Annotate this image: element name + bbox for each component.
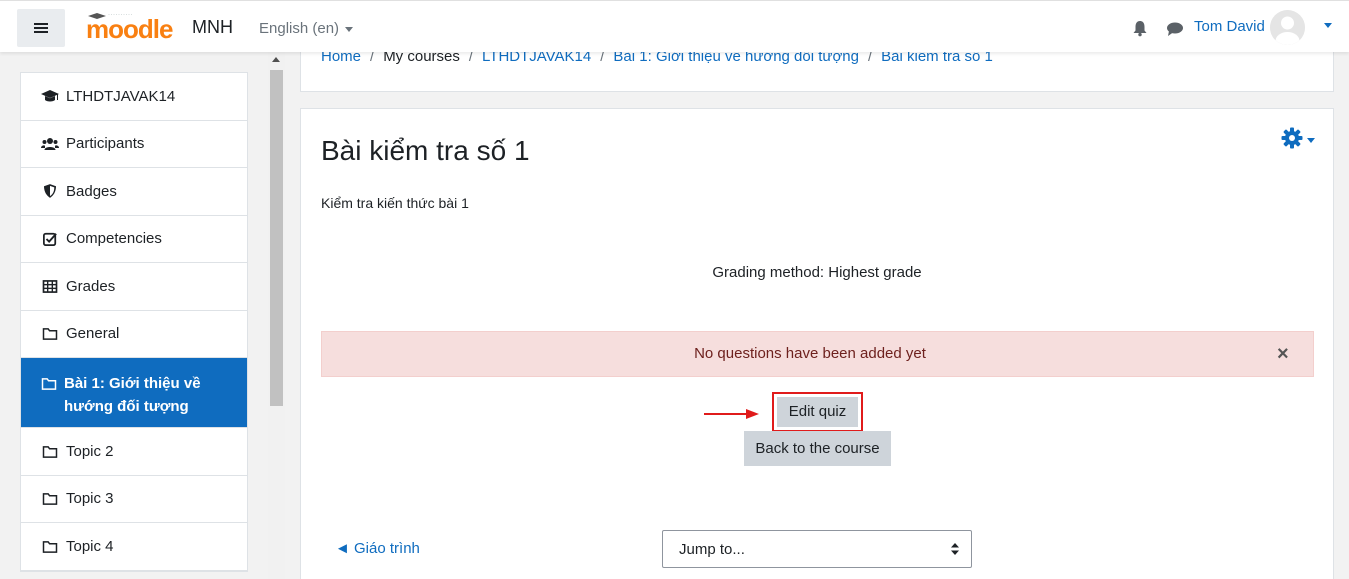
user-menu-caret-icon[interactable] xyxy=(1324,23,1332,28)
user-avatar[interactable] xyxy=(1270,10,1305,45)
nav-item-label: Topic 3 xyxy=(66,490,114,508)
prev-activity-link[interactable]: ◄ Giáo trình xyxy=(335,540,420,557)
edit-quiz-button[interactable]: Edit quiz xyxy=(772,392,863,432)
nav-item-label: Badges xyxy=(66,182,117,200)
nav-item-label: LTHDTJAVAK14 xyxy=(66,87,176,105)
nav-item-competencies[interactable]: Competencies xyxy=(21,216,247,263)
grading-method: Grading method: Highest grade xyxy=(712,264,922,281)
chevron-down-icon xyxy=(345,26,354,32)
language-selector[interactable]: English (en) xyxy=(259,20,354,37)
jump-to-select[interactable]: Jump to... xyxy=(662,530,972,568)
folder-icon xyxy=(41,443,59,459)
back-to-course-button[interactable]: Back to the course xyxy=(744,431,891,466)
folder-icon xyxy=(41,538,59,554)
drawer-scroll-thumb[interactable] xyxy=(270,70,283,406)
folder-icon xyxy=(41,375,57,391)
nav-item-grades[interactable]: Grades xyxy=(21,263,247,311)
user-name[interactable]: Tom David xyxy=(1194,18,1265,35)
select-arrows-icon xyxy=(951,543,959,555)
menu-icon xyxy=(34,27,48,29)
graduation-cap-icon xyxy=(41,88,59,104)
nav-item-label: General xyxy=(66,325,120,343)
moodle-logo[interactable]: ·········· moodle xyxy=(86,11,173,44)
main-content-card: Bài kiểm tra số 1 Kiểm tra kiến thức bài… xyxy=(300,108,1334,579)
folder-icon xyxy=(41,491,59,507)
no-questions-alert: No questions have been added yet × xyxy=(321,331,1314,377)
alert-text: No questions have been added yet xyxy=(694,345,926,362)
nav-item-topic-4[interactable]: Topic 4 xyxy=(21,523,247,571)
scroll-up-arrow-icon[interactable] xyxy=(272,57,280,62)
course-nav-list: LTHDTJAVAK14 Participants Badges Compete… xyxy=(20,72,248,572)
hamburger-menu-button[interactable] xyxy=(17,9,65,47)
page-title: Bài kiểm tra số 1 xyxy=(321,135,530,166)
logo-text: moodle xyxy=(86,14,173,44)
nav-item-label: Bài 1: Giới thiệu về hướng đối tượng xyxy=(64,375,201,415)
top-navbar: ·········· moodle MNH English (en) Tom D… xyxy=(0,0,1349,52)
gear-icon[interactable] xyxy=(1281,127,1303,149)
nav-item-badges[interactable]: Badges xyxy=(21,168,247,216)
nav-item-topic-3[interactable]: Topic 3 xyxy=(21,476,247,523)
nav-item-label: Topic 2 xyxy=(66,442,114,460)
shield-icon xyxy=(41,183,59,199)
site-name[interactable]: MNH xyxy=(192,17,233,38)
gear-menu-caret-icon[interactable] xyxy=(1307,138,1315,143)
nav-item-label: Grades xyxy=(66,277,116,295)
nav-item-label: Participants xyxy=(66,135,145,153)
nav-item-label: Topic 4 xyxy=(66,537,114,555)
nav-item-topic-2[interactable]: Topic 2 xyxy=(21,428,247,476)
table-icon xyxy=(41,278,59,294)
edit-quiz-label: Edit quiz xyxy=(777,397,858,427)
nav-item-course[interactable]: LTHDTJAVAK14 xyxy=(21,73,247,121)
users-icon xyxy=(41,136,59,152)
jump-to-label: Jump to... xyxy=(679,541,745,558)
bell-icon[interactable] xyxy=(1131,19,1149,37)
language-label: English (en) xyxy=(259,20,340,37)
nav-item-general[interactable]: General xyxy=(21,311,247,358)
avatar-icon xyxy=(1270,10,1305,45)
folder-icon xyxy=(41,326,59,342)
nav-item-section-1[interactable]: Bài 1: Giới thiệu về hướng đối tượng xyxy=(21,358,247,428)
close-icon[interactable]: × xyxy=(1277,344,1289,364)
quiz-intro: Kiểm tra kiến thức bài 1 xyxy=(321,195,469,211)
nav-drawer: LTHDTJAVAK14 Participants Badges Compete… xyxy=(0,52,285,579)
check-square-icon xyxy=(41,231,59,247)
nav-item-label: Competencies xyxy=(66,230,162,248)
chat-icon[interactable] xyxy=(1166,20,1184,38)
nav-item-participants[interactable]: Participants xyxy=(21,121,247,168)
red-arrow-annotation-icon xyxy=(704,409,759,419)
